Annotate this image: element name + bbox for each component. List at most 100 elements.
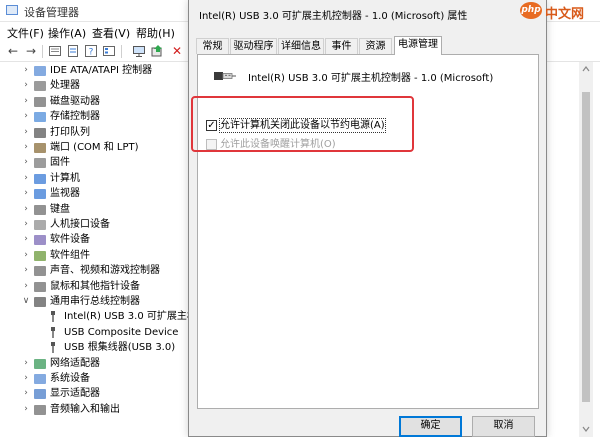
tree-item-label: 软件设备 <box>50 234 90 246</box>
chevron-down-icon[interactable]: ∨ <box>22 294 30 309</box>
allow-turn-off-label[interactable]: 允许计算机关闭此设备以节约电源(A) <box>219 118 386 133</box>
tab-power-management[interactable]: 电源管理 <box>394 36 442 55</box>
computer-icon <box>34 173 46 184</box>
tab-events[interactable]: 事件 <box>325 38 358 54</box>
dialog-title: Intel(R) USB 3.0 可扩展主机控制器 - 1.0 (Microso… <box>199 11 468 22</box>
port-icon <box>34 143 46 153</box>
tree-category-item[interactable]: › 系统设备 <box>0 371 190 386</box>
processor-icon <box>34 81 46 92</box>
cancel-button[interactable]: 取消 <box>472 416 535 437</box>
toolbar-separator <box>42 45 43 58</box>
ide-controller-icon <box>34 66 46 76</box>
chevron-right-icon[interactable]: › <box>22 356 30 371</box>
tab-details[interactable]: 详细信息 <box>278 38 324 54</box>
device-manager-icon <box>6 5 18 15</box>
tree-item-label: USB Composite Device <box>64 326 179 338</box>
tree-category-item[interactable]: › 声音、视频和游戏控制器 <box>0 263 190 278</box>
power-management-panel: Intel(R) USB 3.0 可扩展主机控制器 - 1.0 (Microso… <box>191 54 539 409</box>
tab-driver[interactable]: 驱动程序 <box>230 38 277 54</box>
list-view-icon[interactable] <box>102 44 116 58</box>
chevron-right-icon[interactable]: › <box>22 125 30 140</box>
tab-resources[interactable]: 资源 <box>359 38 392 54</box>
chevron-right-icon[interactable]: › <box>22 186 30 201</box>
tree-category-item[interactable]: › 人机接口设备 <box>0 217 190 232</box>
tree-category-item[interactable]: › IDE ATA/ATAPI 控制器 <box>0 63 190 78</box>
tree-category-item[interactable]: › 软件组件 <box>0 248 190 263</box>
chevron-right-icon[interactable]: › <box>22 78 30 93</box>
tree-category-item[interactable]: › 监视器 <box>0 186 190 201</box>
chevron-right-icon[interactable]: › <box>22 248 30 263</box>
chevron-right-icon[interactable]: › <box>22 386 30 401</box>
chevron-right-icon[interactable]: › <box>22 109 30 124</box>
tree-category-item[interactable]: › 软件设备 <box>0 232 190 247</box>
update-driver-icon[interactable] <box>150 44 164 58</box>
tree-category-item[interactable]: ∨ 通用串行总线控制器 <box>0 294 190 309</box>
tree-category-item[interactable]: › 存储控制器 <box>0 109 190 124</box>
tree-category-item[interactable]: › 固件 <box>0 155 190 170</box>
tree-category-item[interactable]: › 显示适配器 <box>0 386 190 401</box>
menu-action[interactable]: 操作(A) <box>48 25 86 41</box>
usb-icon <box>50 342 56 354</box>
tree-item-label: 系统设备 <box>50 373 90 384</box>
tree-category-item[interactable]: › 计算机 <box>0 171 190 186</box>
tree-child-item[interactable]: USB Composite Device <box>0 325 190 340</box>
tree-item-label: 端口 (COM 和 LPT) <box>50 142 139 153</box>
tree-item-label: 人机接口设备 <box>50 219 110 230</box>
tree-category-item[interactable]: › 打印队列 <box>0 125 190 140</box>
chevron-right-icon[interactable]: › <box>22 155 30 170</box>
svg-text:?: ? <box>89 48 94 58</box>
tree-item-label: 监视器 <box>50 188 80 200</box>
php-cn-watermark: php 中文网 <box>520 2 598 22</box>
forward-arrow-icon[interactable]: → <box>24 44 38 58</box>
menu-help[interactable]: 帮助(H) <box>136 25 175 41</box>
tree-child-item[interactable]: Intel(R) USB 3.0 可扩展主机控制器 <box>0 309 227 324</box>
help-icon[interactable]: ? <box>84 44 98 58</box>
tree-item-label: 磁盘驱动器 <box>50 95 100 107</box>
tab-general[interactable]: 常规 <box>196 38 229 54</box>
software-device-icon <box>34 235 46 246</box>
tree-category-item[interactable]: › 网络适配器 <box>0 356 190 371</box>
tree-child-item[interactable]: USB 根集线器(USB 3.0) <box>0 340 190 355</box>
allow-turn-off-checkbox[interactable]: ✓ <box>206 120 217 131</box>
tree-category-item[interactable]: › 键盘 <box>0 202 190 217</box>
tree-item-label: 存储控制器 <box>50 111 100 123</box>
chevron-right-icon[interactable]: › <box>22 202 30 217</box>
chevron-right-icon[interactable]: › <box>22 171 30 186</box>
chevron-right-icon[interactable]: › <box>22 263 30 278</box>
chevron-right-icon[interactable]: › <box>22 232 30 247</box>
chevron-right-icon[interactable]: › <box>22 63 30 78</box>
tree-scrollbar[interactable] <box>579 62 593 437</box>
tree-category-item[interactable]: › 鼠标和其他指针设备 <box>0 279 190 294</box>
properties-icon[interactable] <box>66 44 80 58</box>
tree-item-label: 显示适配器 <box>50 388 100 400</box>
tree-category-item[interactable]: › 处理器 <box>0 78 190 93</box>
system-device-icon <box>34 374 46 384</box>
menu-file[interactable]: 文件(F) <box>7 25 44 41</box>
tree-category-item[interactable]: › 端口 (COM 和 LPT) <box>0 140 190 155</box>
watermark-text: 中文网 <box>545 7 585 22</box>
monitor-icon <box>34 189 46 200</box>
software-component-icon <box>34 250 46 261</box>
menu-view[interactable]: 查看(V) <box>92 25 130 41</box>
chevron-right-icon[interactable]: › <box>22 94 30 109</box>
chevron-right-icon[interactable]: › <box>22 371 30 386</box>
audio-icon <box>34 404 46 415</box>
tree-category-item[interactable]: › 磁盘驱动器 <box>0 94 190 109</box>
tree-category-item[interactable]: › 音频输入和输出 <box>0 402 190 417</box>
ok-button[interactable]: 确定 <box>399 416 462 437</box>
monitor-scan-icon[interactable] <box>132 44 146 58</box>
view-icon[interactable] <box>48 44 62 58</box>
watermark-badge: php <box>520 2 542 19</box>
tree-item-label: 计算机 <box>50 172 80 184</box>
usb-icon <box>50 326 56 338</box>
tree-item-label: USB 根集线器(USB 3.0) <box>64 342 176 354</box>
chevron-right-icon[interactable]: › <box>22 140 30 155</box>
chevron-right-icon[interactable]: › <box>22 217 30 232</box>
chevron-right-icon[interactable]: › <box>22 402 30 417</box>
mouse-icon <box>34 281 46 292</box>
chevron-right-icon[interactable]: › <box>22 279 30 294</box>
usb-icon <box>50 311 56 323</box>
back-arrow-icon[interactable]: ← <box>6 44 20 58</box>
uninstall-icon[interactable]: ✕ <box>170 44 184 58</box>
tree-item-label: 软件组件 <box>50 249 90 261</box>
